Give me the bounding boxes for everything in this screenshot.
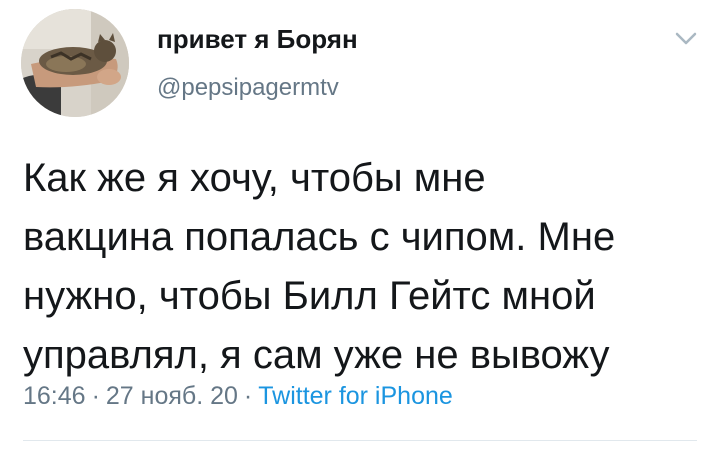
tweet-text: Как же я хочу, чтобы мне вакцина попалас… [23, 149, 703, 385]
tweet-text-line: управлял, я сам уже не вывожу [23, 333, 610, 377]
divider [23, 440, 697, 441]
chevron-down-icon[interactable] [673, 28, 699, 48]
meta-separator: · [243, 382, 253, 410]
avatar[interactable] [21, 9, 129, 117]
tweet-text-line: Как же я хочу, чтобы мне [23, 156, 486, 200]
avatar-photo [21, 9, 129, 117]
author-display-name[interactable]: привет я Борян [157, 24, 358, 55]
tweet-card: привет я Борян @pepsipagermtv Как же я х… [0, 0, 720, 463]
tweet-source-link[interactable]: Twitter for iPhone [258, 382, 453, 410]
tweet-text-line: вакцина попалась с чипом. Мне [23, 215, 616, 259]
meta-separator: · [91, 382, 100, 410]
tweet-date[interactable]: 27 нояб. 20 [106, 382, 238, 410]
author-handle[interactable]: @pepsipagermtv [157, 74, 339, 102]
tweet-text-line: нужно, чтобы Билл Гейтс мной [23, 274, 596, 318]
tweet-time[interactable]: 16:46 [23, 382, 86, 410]
tweet-metadata: 16:46 · 27 нояб. 20 · Twitter for iPhone [23, 382, 453, 411]
